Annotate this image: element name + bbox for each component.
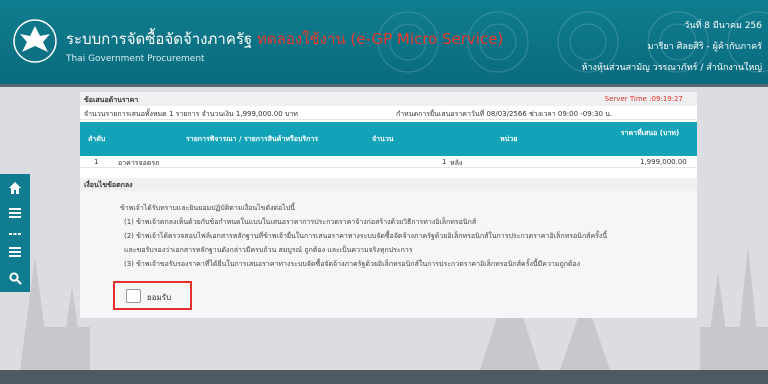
- organization-name: ห้างหุ้นส่วนสามัญ วรรณาภัทร์ / สำนักงานใ…: [581, 63, 763, 73]
- list-icon[interactable]: [0, 240, 30, 264]
- conditions-header: เงื่อนไขข้อตกลง: [80, 178, 697, 191]
- panel-title-bar: ข้อเสนอด้านราคา Server Time :09:19:27: [80, 92, 697, 106]
- system-title: ระบบการจัดซื้อจัดจ้างภาครัฐ ทดลองใช้งาน …: [66, 27, 503, 51]
- col-price: ราคาที่เสนอ (บาท): [620, 129, 680, 137]
- condition-1: (1) ข้าพเจ้าตกลงเห็นด้วยกับข้อกำหนดในแบบ…: [124, 218, 477, 226]
- price-offer-panel: ข้อเสนอด้านราคา Server Time :09:19:27 จำ…: [80, 92, 697, 318]
- table-row: 1 อาคารจอดรถ 1 หลัง 1,999,000.00: [80, 156, 697, 168]
- offer-summary: จำนวนรายการเสนอทั้งหมด 1 รายการ จำนวนเงิ…: [84, 110, 298, 118]
- row-no: 1: [94, 158, 99, 166]
- col-unit: หน่วย: [500, 135, 518, 143]
- condition-2-cont: และขอรับรองว่าเอกสารหลักฐานดังกล่าวมีครบ…: [124, 246, 413, 254]
- col-no: ลำดับ: [88, 135, 106, 143]
- row-item: อาคารจอดรถ: [118, 159, 160, 167]
- row-price: 1,999,000.00: [640, 158, 687, 166]
- col-item: รายการพิจารณา / รายการสินค้าหรือบริการ: [186, 135, 319, 143]
- col-qty: จำนวน: [372, 135, 394, 143]
- search-icon[interactable]: [0, 266, 30, 290]
- server-time: Server Time :09:19:27: [604, 95, 683, 103]
- accept-checkbox[interactable]: [126, 289, 141, 303]
- table-header: ลำดับ รายการพิจารณา / รายการสินค้าหรือบร…: [80, 122, 697, 156]
- garuda-logo: [13, 19, 57, 63]
- condition-2: (2) ข้าพเจ้าได้ตรวจสอบไฟล์เอกสารหลักฐานท…: [124, 232, 608, 240]
- row-qty: 1: [442, 158, 447, 166]
- system-subtitle: Thai Government Procurement: [66, 54, 205, 64]
- section-title: ข้อเสนอด้านราคา: [84, 96, 139, 104]
- current-date: วันที่ 8 มีนาคม 256: [684, 21, 762, 31]
- accept-label[interactable]: ยอมรับ: [147, 291, 171, 304]
- footer-bar: [0, 370, 768, 384]
- submission-deadline: กำหนดการยื่นเสนอราคาวันที่ 08/03/2566 ช่…: [396, 110, 613, 118]
- left-sidebar: [0, 174, 30, 292]
- condition-3: (3) ข้าพเจ้าขอรับรองราคาที่ได้ยื่นในการเ…: [124, 260, 581, 268]
- system-title-text: ระบบการจัดซื้อจัดจ้างภาครัฐ: [66, 30, 253, 48]
- home-icon[interactable]: [0, 176, 30, 200]
- offer-summary-row: จำนวนรายการเสนอทั้งหมด 1 รายการ จำนวนเงิ…: [80, 106, 697, 120]
- user-name[interactable]: มารียา ศิลยศิริ - ผู้ค้ากับภาครั: [582, 37, 762, 58]
- environment-label: ทดลองใช้งาน (e-GP Micro Service): [256, 30, 504, 48]
- condition-intro: ข้าพเจ้าได้รับทราบและยินยอมปฏิบัติตามเงื…: [120, 204, 295, 212]
- app-header: ระบบการจัดซื้อจัดจ้างภาครัฐ ทดลองใช้งาน …: [0, 0, 768, 84]
- conditions-title: เงื่อนไขข้อตกลง: [84, 181, 133, 189]
- row-unit: หลัง: [450, 159, 463, 167]
- accept-highlight: ยอมรับ: [113, 281, 192, 310]
- user-info: วันที่ 8 มีนาคม 256 มารียา ศิลยศิริ - ผู…: [582, 16, 763, 79]
